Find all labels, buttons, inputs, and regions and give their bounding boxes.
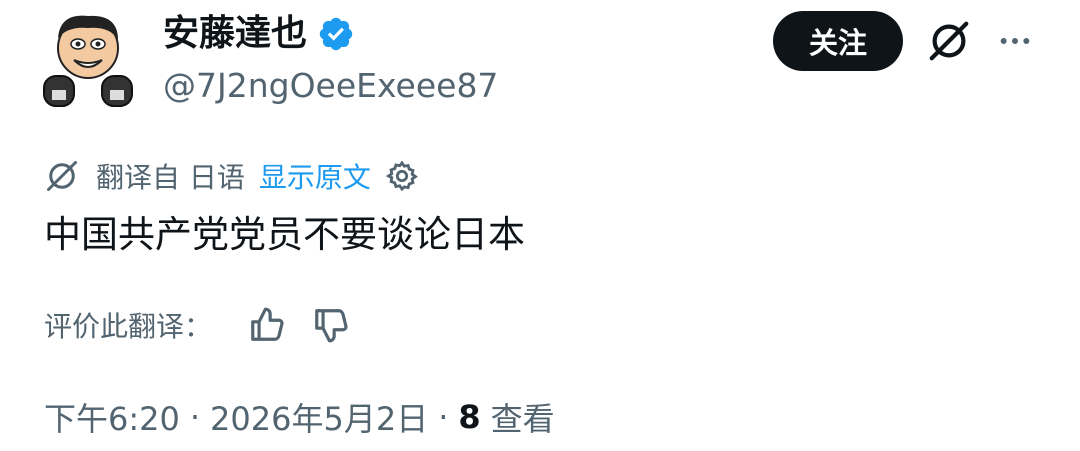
tweet-date[interactable]: 2026年5月2日: [210, 394, 428, 440]
rate-translation-row: 评价此翻译：: [44, 300, 350, 350]
display-name[interactable]: 安藤達也: [163, 12, 307, 56]
boxer-cartoon-avatar-icon: [43, 15, 133, 107]
translated-from-label: 翻译自 日语: [96, 161, 245, 194]
translation-bar: 翻译自 日语 显示原文: [44, 154, 419, 198]
more-horizontal-icon[interactable]: [996, 24, 1034, 58]
meta-separator-2: ·: [438, 398, 449, 436]
avatar[interactable]: [40, 8, 136, 112]
user-handle[interactable]: @7J2ngOeeExeee87: [163, 66, 498, 106]
thumbs-up-icon[interactable]: [248, 306, 286, 344]
tweet-meta: 下午6:20 · 2026年5月2日 · 8 查看: [44, 392, 555, 442]
display-name-row[interactable]: 安藤達也: [163, 12, 355, 56]
follow-button[interactable]: 关注: [773, 11, 903, 71]
thumbs-down-icon[interactable]: [312, 306, 350, 344]
gear-icon[interactable]: [385, 159, 419, 193]
show-original-link[interactable]: 显示原文: [259, 156, 371, 196]
tweet-time[interactable]: 下午6:20: [44, 394, 180, 440]
verified-badge-icon: [319, 17, 353, 51]
meta-separator: ·: [189, 398, 201, 436]
views-count: 8: [458, 398, 481, 436]
grok-translate-icon: [47, 161, 77, 191]
views-label: 查看: [490, 400, 555, 438]
grok-icon[interactable]: [926, 18, 972, 64]
tweet-text: 中国共产党党员不要谈论日本: [44, 213, 525, 256]
rate-translation-label: 评价此翻译：: [44, 310, 213, 343]
